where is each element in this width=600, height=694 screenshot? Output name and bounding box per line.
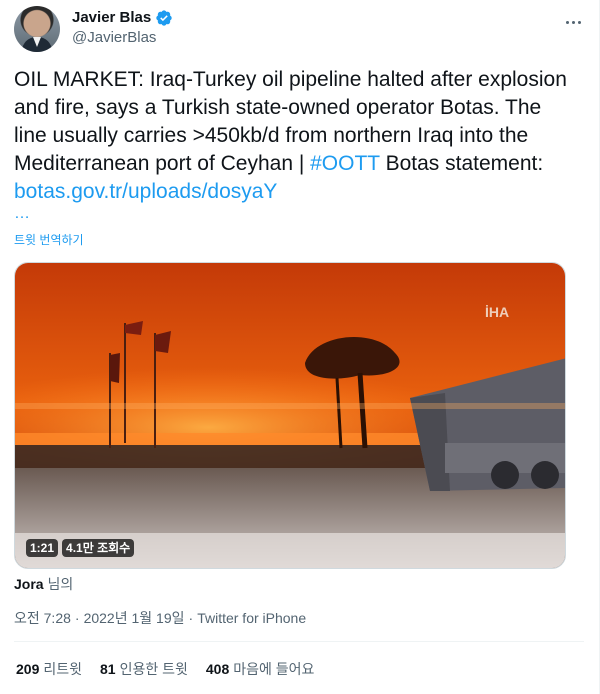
avatar[interactable] [14, 6, 60, 52]
tweet-detail: Javier Blas @JavierBlas OIL MARKET: Iraq… [0, 0, 600, 694]
quote-tweets-count: 81 [100, 661, 116, 677]
tweet-text: OIL MARKET: Iraq-Turkey oil pipeline hal… [14, 66, 574, 206]
display-name[interactable]: Javier Blas [72, 8, 151, 28]
meta-separator: · [188, 610, 194, 626]
quote-tweets-stat[interactable]: 81 인용한 트윗 [100, 659, 188, 679]
retweets-count: 209 [16, 661, 40, 677]
video-info-badges: 1:21 4.1만 조회수 [26, 539, 135, 557]
video-duration: 1:21 [26, 539, 59, 557]
tweet-text-after-hashtag: Botas statement: [379, 152, 544, 175]
url-link[interactable]: botas.gov.tr/uploads/dosyaY [14, 180, 277, 203]
video-watermark: İHA [485, 304, 509, 320]
media-attribution: Jora 님의 [14, 575, 73, 593]
attribution-suffix: 님의 [43, 576, 74, 592]
video-view-count: 4.1만 조회수 [62, 539, 135, 557]
tweet-header: Javier Blas @JavierBlas [14, 6, 584, 52]
quote-tweets-label: 인용한 트윗 [119, 661, 188, 677]
author-handle[interactable]: @JavierBlas [72, 28, 156, 48]
verified-badge-icon [155, 9, 173, 27]
retweets-stat[interactable]: 209 리트윗 [16, 659, 82, 679]
more-options-icon[interactable] [562, 12, 584, 32]
likes-count: 408 [205, 661, 230, 677]
likes-label: 마음에 들어요 [233, 661, 315, 677]
engagement-stats: 209 리트윗 81 인용한 트윗 408 마음에 들어요 [16, 659, 314, 679]
video-player[interactable]: İHA 1:21 4.1만 조회수 [14, 262, 566, 569]
attribution-name[interactable]: Jora [14, 576, 44, 592]
retweets-label: 리트윗 [43, 661, 82, 677]
tweet-time[interactable]: 오전 7:28 [14, 610, 71, 626]
video-thumbnail: İHA [15, 263, 565, 568]
link-ellipsis[interactable]: … [14, 204, 30, 224]
likes-stat[interactable]: 408 마음에 들어요 [206, 659, 315, 679]
tweet-source[interactable]: Twitter for iPhone [197, 610, 306, 626]
name-row: Javier Blas [72, 8, 173, 28]
divider [14, 641, 584, 642]
hashtag-link[interactable]: #OOTT [310, 152, 380, 175]
meta-separator: · [74, 610, 80, 626]
tweet-date[interactable]: 2022년 1월 19일 [84, 610, 185, 626]
translate-tweet-link[interactable]: 트윗 번역하기 [14, 232, 84, 248]
tweet-meta: 오전 7:28 · 2022년 1월 19일 · Twitter for iPhone [14, 609, 306, 627]
